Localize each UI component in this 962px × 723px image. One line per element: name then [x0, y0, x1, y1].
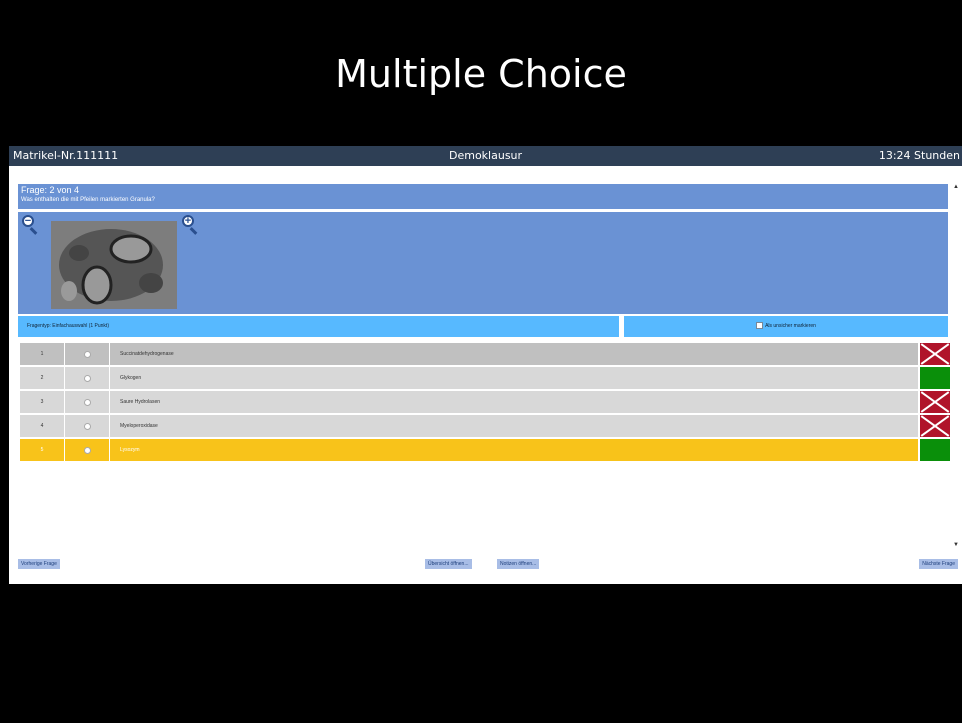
- scroll-up-icon[interactable]: ▲: [953, 184, 959, 190]
- scrollbar[interactable]: ▲ ▼: [951, 184, 960, 548]
- option-radio[interactable]: [65, 343, 110, 365]
- student-id: Matrikel-Nr.111111: [13, 149, 119, 162]
- option-number: 5: [20, 439, 65, 461]
- answer-option-1[interactable]: 1 Succinatdehydrogenase: [20, 343, 918, 365]
- option-label: Glykogen: [120, 375, 142, 381]
- zoom-in-icon[interactable]: +: [182, 215, 200, 235]
- option-label: Lysozym: [120, 447, 140, 453]
- option-radio[interactable]: [65, 391, 110, 413]
- wrong-mark-icon: [920, 343, 950, 365]
- micrograph-image: [51, 221, 177, 309]
- overview-button[interactable]: Übersicht öffnen...: [425, 559, 472, 569]
- previous-question-button[interactable]: Vorherige Frage: [18, 559, 60, 569]
- wrong-mark-icon: [920, 415, 950, 437]
- wrong-mark-icon: [920, 391, 950, 413]
- question-type-bar: Fragentyp: Einfachauswahl (1 Punkt): [18, 316, 619, 337]
- answer-option-2[interactable]: 2 Glykogen: [20, 367, 918, 389]
- option-radio[interactable]: [65, 415, 110, 437]
- zoom-out-icon[interactable]: −: [22, 215, 40, 235]
- correct-mark-icon: [920, 367, 950, 389]
- correct-mark-icon: [920, 439, 950, 461]
- option-number: 4: [20, 415, 65, 437]
- option-radio[interactable]: [65, 439, 110, 461]
- answer-option-5[interactable]: 5 Lysozym: [20, 439, 918, 461]
- answer-option-3[interactable]: 3 Saure Hydrolasen: [20, 391, 918, 413]
- question-text: Was enthalten die mit Pfeilen markierten…: [21, 197, 155, 203]
- question-header: Frage: 2 von 4 Was enthalten die mit Pfe…: [18, 184, 948, 209]
- time-remaining: 13:24 Stunden: [878, 149, 960, 162]
- unsure-checkbox[interactable]: [756, 322, 764, 330]
- next-question-button[interactable]: Nächste Frage: [919, 559, 958, 569]
- option-label: Myeloperoxidase: [120, 423, 158, 429]
- image-panel: − +: [18, 212, 948, 314]
- option-number: 1: [20, 343, 65, 365]
- scroll-down-icon[interactable]: ▼: [953, 542, 959, 548]
- option-label: Saure Hydrolasen: [120, 399, 161, 405]
- option-number: 3: [20, 391, 65, 413]
- notes-button[interactable]: Notizen öffnen...: [497, 559, 540, 569]
- mark-unsure[interactable]: Als unsicher markieren: [624, 316, 948, 337]
- top-bar: Matrikel-Nr.111111 Demoklausur 13:24 Stu…: [9, 146, 962, 166]
- question-number: Frage: 2 von 4: [21, 185, 80, 195]
- unsure-label: Als unsicher markieren: [765, 323, 816, 329]
- option-label: Succinatdehydrogenase: [120, 351, 174, 357]
- exam-window: Matrikel-Nr.111111 Demoklausur 13:24 Stu…: [9, 146, 962, 584]
- answer-option-4[interactable]: 4 Myeloperoxidase: [20, 415, 918, 437]
- option-number: 2: [20, 367, 65, 389]
- exam-title: Demoklausur: [449, 149, 523, 162]
- question-type: Fragentyp: Einfachauswahl (1 Punkt): [27, 323, 109, 329]
- slide-title: Multiple Choice: [335, 52, 627, 96]
- option-radio[interactable]: [65, 367, 110, 389]
